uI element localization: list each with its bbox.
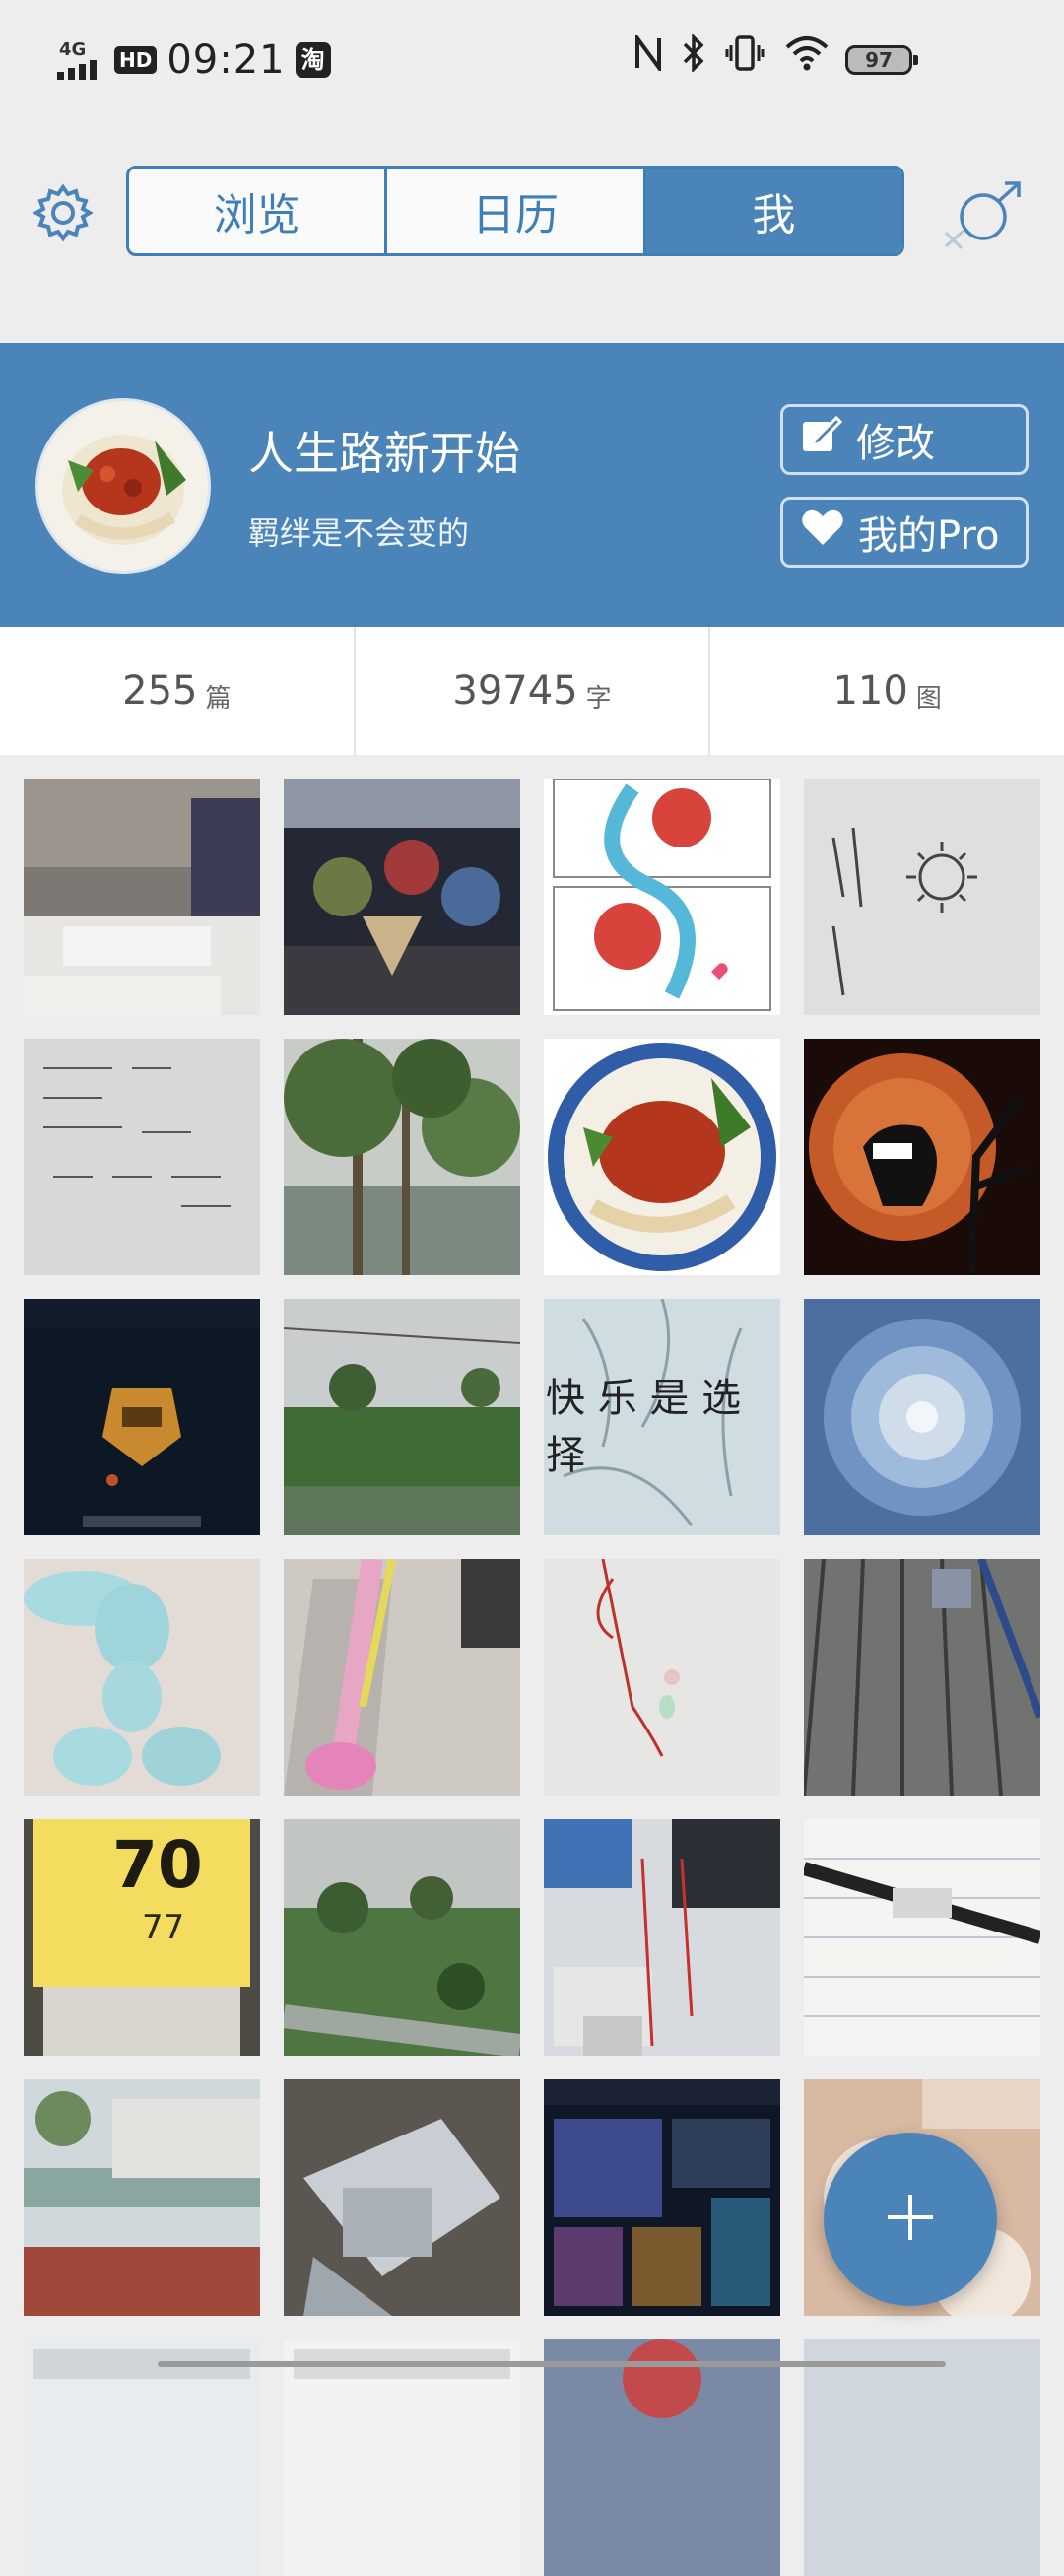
photo-thumbnail[interactable] [804,1299,1040,1535]
photo-thumbnail[interactable] [24,2339,260,2576]
heart-icon [801,508,844,557]
photo-thumbnail[interactable] [544,2339,780,2576]
photo-thumbnail[interactable] [24,1299,260,1535]
tab-browse[interactable]: 浏览 [129,169,388,253]
tab-calendar[interactable]: 日历 [387,169,646,253]
main-tabs: 浏览 日历 我 [126,166,904,256]
photo-thumbnail[interactable] [24,2079,260,2316]
photo-thumbnail[interactable] [544,1039,780,1275]
battery-indicator: 97 [845,45,918,75]
status-time: 09:21 [166,37,286,83]
stat-images[interactable]: 110 图 [710,627,1064,755]
my-pro-button[interactable]: 我的Pro [780,497,1029,568]
bluetooth-icon [682,33,705,86]
photo-thumbnail[interactable] [544,779,780,1015]
meter-reading: 70 [112,1827,203,1903]
taobao-notification-icon: 淘 [295,42,331,78]
gesture-bar [158,2361,946,2367]
photo-thumbnail[interactable] [804,1819,1040,2056]
edit-profile-button[interactable]: 修改 [780,404,1029,475]
photo-thumbnail[interactable] [284,779,520,1015]
tab-me[interactable]: 我 [645,169,901,253]
photo-thumbnail[interactable] [24,1039,260,1275]
gender-icon[interactable] [934,175,1029,254]
status-bar: 4G HD 09:21 淘 97 [0,0,1064,118]
photo-thumbnail[interactable] [544,1819,780,2056]
photo-thumbnail[interactable] [804,1559,1040,1796]
stat-words[interactable]: 39745 字 [356,627,711,755]
avatar[interactable] [35,398,211,574]
edit-label: 修改 [856,421,935,466]
photo-caption: 快 乐 是 选 择 [546,1376,742,1478]
profile-signature: 羁绊是不会变的 [248,514,470,552]
photo-thumbnail[interactable] [284,2079,520,2316]
photo-thumbnail[interactable] [544,2079,780,2316]
stat-entries[interactable]: 255 篇 [0,627,356,755]
stat-images-unit: 图 [915,683,942,713]
photo-thumbnail[interactable] [804,2339,1040,2576]
status-left: 4G HD 09:21 淘 [57,35,331,85]
add-entry-button[interactable] [824,2133,997,2306]
nfc-icon [634,32,662,85]
settings-gear-icon[interactable] [32,183,95,242]
network-type: 4G [59,39,87,60]
stats-bar: 255 篇 39745 字 110 图 [0,627,1064,755]
vibrate-icon [725,35,765,85]
signal-icon: 4G [57,40,104,80]
hd-badge: HD [114,46,158,74]
stat-words-unit: 字 [585,683,612,713]
edit-icon [801,414,843,465]
photo-thumbnail[interactable] [284,2339,520,2576]
wifi-icon [784,35,830,85]
photo-thumbnail[interactable] [284,1819,520,2056]
photo-thumbnail[interactable] [24,779,260,1015]
pro-label: 我的Pro [858,513,1000,559]
photo-thumbnail[interactable]: 70 77 [24,1819,260,2056]
stat-entries-value: 255 [122,668,198,713]
photo-thumbnail[interactable] [284,1039,520,1275]
photo-grid: 快 乐 是 选 择 70 77 [24,779,1040,2576]
profile-header: 人生路新开始 羁绊是不会变的 修改 我的Pro [0,343,1064,627]
photo-thumbnail[interactable]: 快 乐 是 选 择 [544,1299,780,1535]
photo-thumbnail[interactable] [804,779,1040,1015]
meter-pulse: 77 [142,1908,185,1947]
stat-entries-unit: 篇 [205,683,232,713]
add-icon [886,2193,935,2246]
stat-images-value: 110 [832,668,908,713]
photo-thumbnail[interactable] [544,1559,780,1796]
stat-words-value: 39745 [452,668,578,713]
photo-thumbnail[interactable] [284,1559,520,1796]
photo-thumbnail[interactable] [804,1039,1040,1275]
photo-thumbnail[interactable] [24,1559,260,1796]
photo-thumbnail[interactable] [284,1299,520,1535]
profile-name: 人生路新开始 [248,427,520,480]
